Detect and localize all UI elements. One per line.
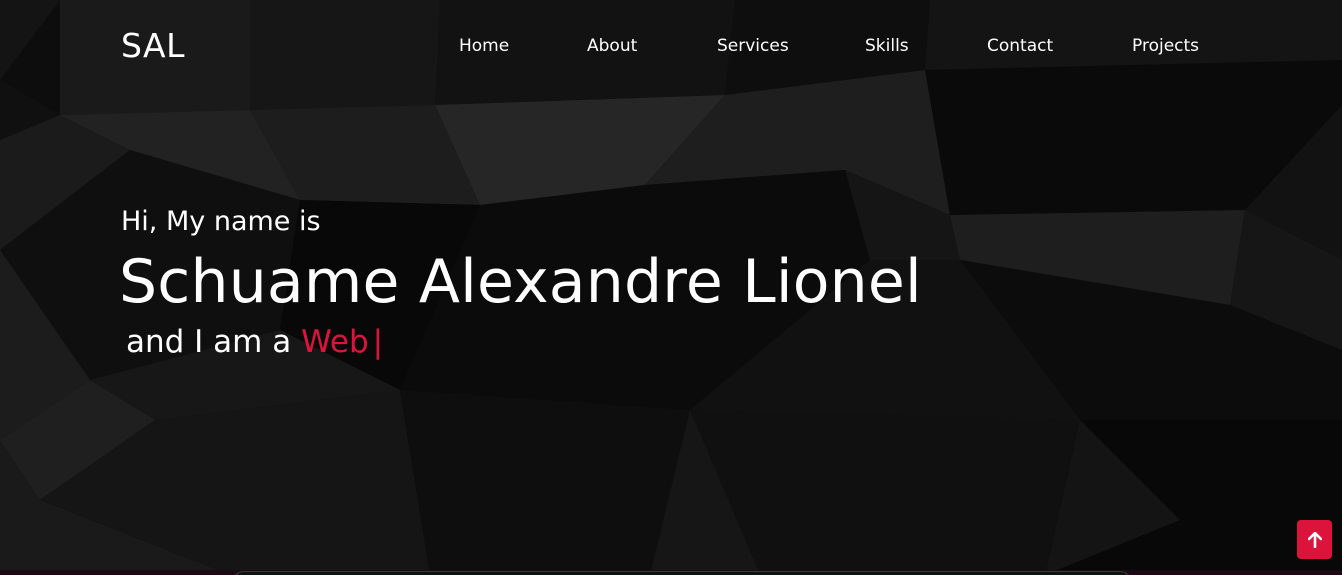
next-section-edge [232,571,1132,575]
typing-cursor: | [372,324,384,360]
arrow-up-icon [1307,531,1322,548]
hero-section: SAL Home About Services Skills Contact P… [0,0,1342,575]
nav-item-skills: Skills [865,35,909,57]
scroll-up-button[interactable] [1297,520,1332,559]
nav-item-home: Home [459,35,509,57]
nav-link-services[interactable]: Services [717,36,789,56]
navbar: SAL Home About Services Skills Contact P… [0,0,1342,92]
nav-link-home[interactable]: Home [459,36,509,56]
role-prefix: and I am a [126,324,292,360]
typed-role: Web [301,324,369,360]
role-line: and I am a Web | [126,322,383,362]
nav-item-contact: Contact [987,35,1053,57]
greeting-text: Hi, My name is [121,206,321,237]
nav-item-services: Services [717,35,789,57]
nav-item-projects: Projects [1132,35,1199,57]
nav-link-projects[interactable]: Projects [1132,36,1199,56]
nav-link-skills[interactable]: Skills [865,36,909,56]
nav-link-contact[interactable]: Contact [987,36,1053,56]
nav-item-about: About [587,35,637,57]
nav-link-about[interactable]: About [587,36,637,56]
site-logo[interactable]: SAL [121,26,185,66]
hero-name: Schuame Alexandre Lionel [119,247,922,317]
